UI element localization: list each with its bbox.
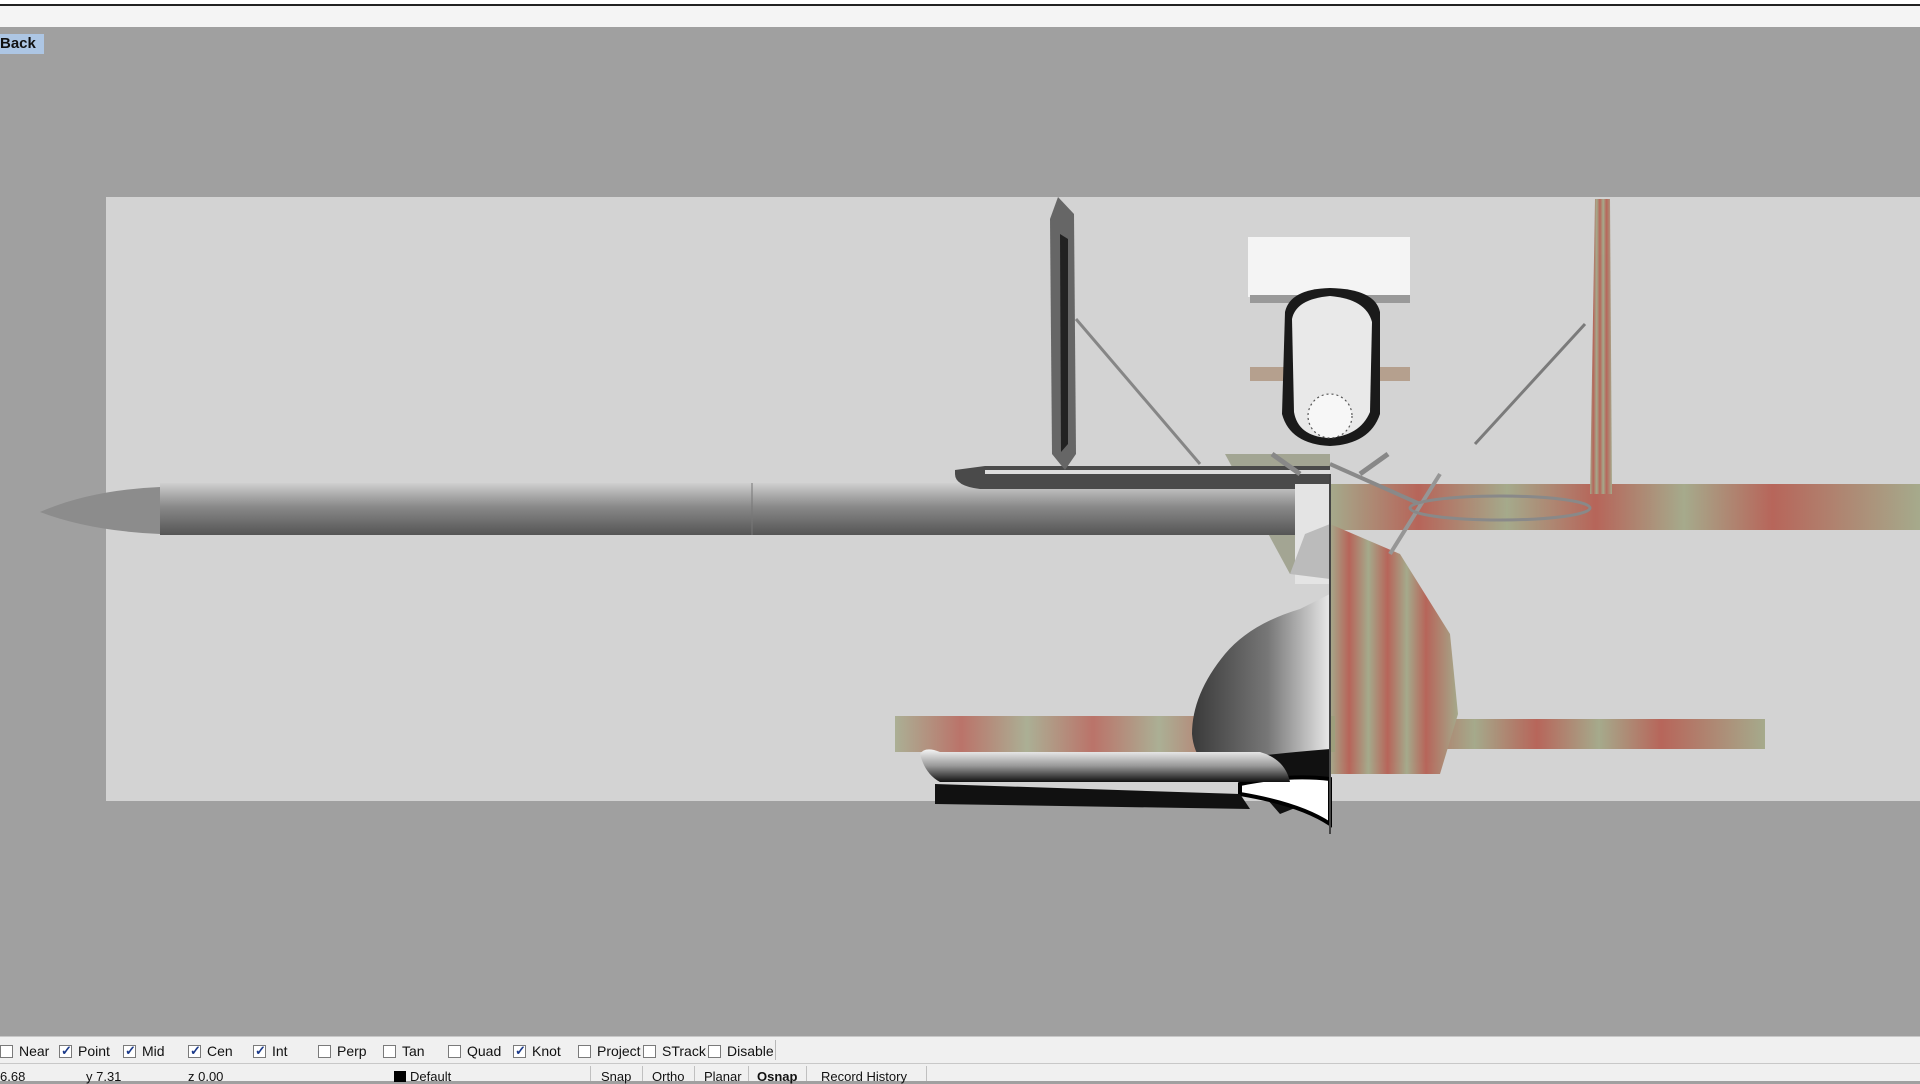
checkbox-icon[interactable] — [708, 1044, 721, 1058]
status-divider — [806, 1066, 807, 1081]
osnap-cen[interactable]: Cen — [188, 1042, 233, 1060]
command-area — [0, 6, 1920, 27]
status-divider — [590, 1066, 591, 1081]
coord-y: y 7.31 — [86, 1069, 122, 1084]
layer-color-swatch — [394, 1071, 406, 1082]
checkbox-icon[interactable] — [0, 1044, 13, 1058]
toolbar-divider — [775, 1040, 776, 1060]
layer-name: Default — [410, 1069, 452, 1084]
status-divider — [926, 1066, 927, 1081]
checkbox-checked-icon[interactable] — [513, 1043, 526, 1059]
osnap-toolbar: Near Point Mid Cen Int Perp Tan Quad Kno… — [0, 1036, 1920, 1064]
reference-plane-image — [1329, 199, 1920, 774]
viewport-title-label[interactable]: Back — [0, 34, 44, 54]
status-divider — [748, 1066, 749, 1081]
osnap-int[interactable]: Int — [253, 1042, 288, 1060]
checkbox-checked-icon[interactable] — [188, 1043, 201, 1059]
osnap-project[interactable]: Project — [578, 1042, 641, 1060]
osnap-knot[interactable]: Knot — [513, 1042, 561, 1060]
status-divider — [642, 1066, 643, 1081]
current-layer[interactable]: Default — [394, 1069, 451, 1084]
osnap-tan[interactable]: Tan — [383, 1042, 425, 1060]
checkbox-icon[interactable] — [383, 1044, 396, 1058]
osnap-perp[interactable]: Perp — [318, 1042, 367, 1060]
ortho-button[interactable]: Ortho — [652, 1069, 685, 1084]
coord-x: 6.68 — [0, 1069, 26, 1084]
status-bar: 6.68 y 7.31 z 0.00 Default Snap Ortho Pl… — [0, 1063, 1920, 1084]
back-viewport[interactable]: Back — [0, 34, 1920, 1034]
osnap-disable[interactable]: Disable — [708, 1042, 774, 1060]
checkbox-icon[interactable] — [448, 1044, 461, 1058]
osnap-mid[interactable]: Mid — [123, 1042, 165, 1060]
status-divider — [694, 1066, 695, 1081]
airplane-model[interactable] — [0, 34, 1920, 1034]
checkbox-checked-icon[interactable] — [253, 1043, 266, 1059]
osnap-near[interactable]: Near — [0, 1042, 49, 1060]
snap-button[interactable]: Snap — [601, 1069, 631, 1084]
checkbox-icon[interactable] — [318, 1044, 331, 1058]
osnap-strack[interactable]: STrack — [643, 1042, 706, 1060]
coord-z: z 0.00 — [188, 1069, 224, 1084]
record-history-button[interactable]: Record History — [821, 1069, 907, 1084]
checkbox-icon[interactable] — [643, 1044, 656, 1058]
osnap-quad[interactable]: Quad — [448, 1042, 501, 1060]
checkbox-icon[interactable] — [578, 1044, 591, 1058]
planar-button[interactable]: Planar — [704, 1069, 742, 1084]
checkbox-checked-icon[interactable] — [123, 1043, 136, 1059]
osnap-button[interactable]: Osnap — [757, 1069, 797, 1084]
osnap-point[interactable]: Point — [59, 1042, 110, 1060]
checkbox-checked-icon[interactable] — [59, 1043, 72, 1059]
